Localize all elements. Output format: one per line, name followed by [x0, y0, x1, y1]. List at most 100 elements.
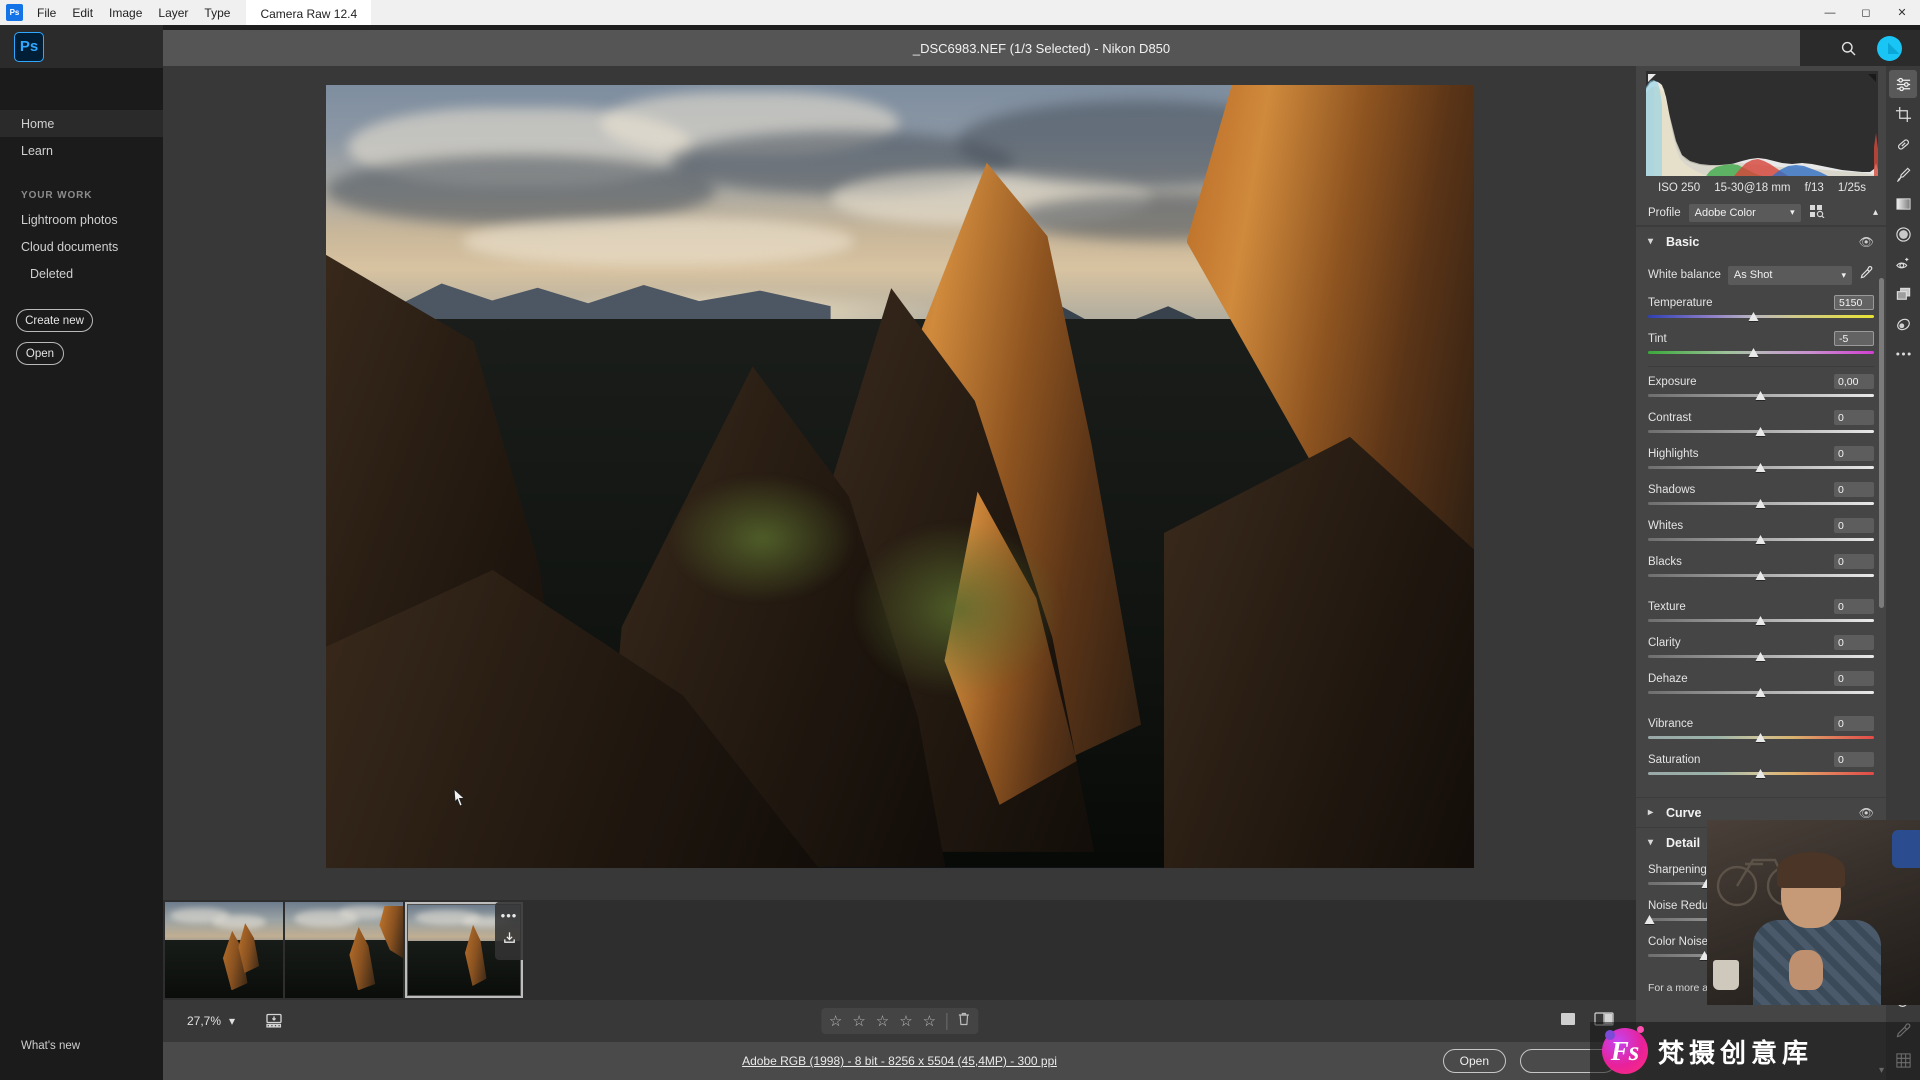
- healing-brush-icon[interactable]: [1889, 130, 1917, 158]
- slider-track[interactable]: [1648, 688, 1874, 699]
- presets-icon[interactable]: [1889, 280, 1917, 308]
- sidebar-item-cloud-documents[interactable]: Cloud documents: [0, 233, 163, 260]
- image-canvas-area[interactable]: [163, 66, 1636, 900]
- raw-image-preview[interactable]: [325, 84, 1474, 868]
- white-balance-select[interactable]: As Shot ▾: [1727, 265, 1852, 285]
- slider-value[interactable]: 0: [1834, 599, 1874, 614]
- slider-value[interactable]: 0: [1834, 518, 1874, 533]
- slider-contrast[interactable]: Contrast 0: [1648, 409, 1874, 438]
- slider-knob[interactable]: [1755, 499, 1766, 508]
- camera-raw-window-tab[interactable]: Camera Raw 12.4: [246, 0, 372, 25]
- trash-icon[interactable]: [957, 1012, 970, 1031]
- slider-value[interactable]: 0: [1834, 635, 1874, 650]
- rating-star-3[interactable]: ☆: [876, 1014, 889, 1029]
- menu-item-file[interactable]: File: [29, 3, 64, 23]
- slider-vibrance[interactable]: Vibrance 0: [1648, 715, 1874, 744]
- slider-value[interactable]: 0: [1834, 482, 1874, 497]
- radial-filter-icon[interactable]: [1889, 220, 1917, 248]
- highlight-clipping-indicator[interactable]: [1868, 74, 1876, 82]
- sidebar-item-deleted[interactable]: Deleted: [0, 260, 163, 287]
- slider-texture[interactable]: Texture 0: [1648, 598, 1874, 627]
- slider-value[interactable]: 0: [1834, 671, 1874, 686]
- slider-knob[interactable]: [1755, 535, 1766, 544]
- red-eye-icon[interactable]: [1889, 250, 1917, 278]
- slider-track[interactable]: [1648, 769, 1874, 780]
- sidebar-item-lightroom-photos[interactable]: Lightroom photos: [0, 206, 163, 233]
- shadow-clipping-indicator[interactable]: [1648, 74, 1656, 82]
- slider-knob[interactable]: [1755, 769, 1766, 778]
- close-button[interactable]: ✕: [1884, 0, 1920, 25]
- slider-knob[interactable]: [1755, 427, 1766, 436]
- slider-knob[interactable]: [1755, 391, 1766, 400]
- filmstrip-thumbnail-2[interactable]: [285, 902, 403, 998]
- filmstrip-thumbnail-1[interactable]: [165, 902, 283, 998]
- slider-tint[interactable]: Tint -5: [1648, 330, 1874, 359]
- slider-knob[interactable]: [1748, 312, 1759, 321]
- slider-value[interactable]: 5150: [1834, 295, 1874, 310]
- slider-track[interactable]: [1648, 733, 1874, 744]
- filmstrip-thumbnail-3[interactable]: •••: [405, 902, 523, 998]
- slider-value[interactable]: 0,00: [1834, 374, 1874, 389]
- slider-knob[interactable]: [1644, 915, 1655, 924]
- zoom-level-selector[interactable]: 27,7% ▾: [187, 1014, 235, 1028]
- slider-track[interactable]: [1648, 391, 1874, 402]
- more-options-icon[interactable]: •••: [501, 909, 518, 922]
- scrollbar-thumb[interactable]: [1879, 278, 1884, 608]
- menu-item-edit[interactable]: Edit: [64, 3, 101, 23]
- rating-star-2[interactable]: ☆: [852, 1014, 865, 1029]
- profile-browser-icon[interactable]: [1809, 204, 1825, 221]
- eye-toggle-icon[interactable]: 👁: [1859, 235, 1874, 249]
- slider-knob[interactable]: [1755, 652, 1766, 661]
- single-view-icon[interactable]: [1560, 1012, 1576, 1031]
- create-new-button[interactable]: Create new: [16, 309, 93, 332]
- slider-value[interactable]: 0: [1834, 554, 1874, 569]
- slider-track[interactable]: [1648, 652, 1874, 663]
- star-rating-control[interactable]: ☆ ☆ ☆ ☆ ☆: [820, 1008, 979, 1034]
- slider-value[interactable]: 0: [1834, 716, 1874, 731]
- slider-track[interactable]: [1648, 348, 1874, 359]
- slider-track[interactable]: [1648, 535, 1874, 546]
- filmstrip-toggle-icon[interactable]: [265, 1013, 285, 1029]
- slider-knob[interactable]: [1755, 733, 1766, 742]
- rating-star-4[interactable]: ☆: [899, 1014, 912, 1029]
- panel-header-basic[interactable]: ▾ Basic 👁: [1636, 226, 1886, 256]
- slider-knob[interactable]: [1755, 571, 1766, 580]
- slider-track[interactable]: [1648, 571, 1874, 582]
- whats-new-link[interactable]: What's new: [21, 1040, 80, 1052]
- slider-track[interactable]: [1648, 312, 1874, 323]
- slider-track[interactable]: [1648, 616, 1874, 627]
- filmstrip[interactable]: •••: [163, 900, 1636, 1000]
- slider-temperature[interactable]: Temperature 5150: [1648, 294, 1874, 323]
- slider-knob[interactable]: [1755, 463, 1766, 472]
- profile-select[interactable]: Adobe Color ▾: [1688, 203, 1801, 222]
- slider-shadows[interactable]: Shadows 0: [1648, 481, 1874, 510]
- avatar[interactable]: [1877, 35, 1902, 61]
- slider-value[interactable]: 0: [1834, 410, 1874, 425]
- menu-item-image[interactable]: Image: [101, 3, 150, 23]
- slider-dehaze[interactable]: Dehaze 0: [1648, 670, 1874, 699]
- open-image-button[interactable]: Open: [1442, 1049, 1506, 1073]
- slider-saturation[interactable]: Saturation 0: [1648, 751, 1874, 780]
- search-icon[interactable]: [1833, 33, 1863, 63]
- graduated-filter-icon[interactable]: [1889, 190, 1917, 218]
- more-options-icon[interactable]: [1889, 340, 1917, 368]
- collapse-panel-icon[interactable]: ▴: [1873, 207, 1878, 218]
- snapshots-icon[interactable]: [1889, 310, 1917, 338]
- slider-highlights[interactable]: Highlights 0: [1648, 445, 1874, 474]
- rating-star-1[interactable]: ☆: [829, 1014, 842, 1029]
- slider-whites[interactable]: Whites 0: [1648, 517, 1874, 546]
- slider-value[interactable]: 0: [1834, 446, 1874, 461]
- slider-knob[interactable]: [1755, 616, 1766, 625]
- slider-track[interactable]: [1648, 427, 1874, 438]
- eyedropper-icon[interactable]: [1859, 265, 1874, 285]
- slider-knob[interactable]: [1755, 688, 1766, 697]
- menu-item-layer[interactable]: Layer: [150, 3, 196, 23]
- slider-track[interactable]: [1648, 463, 1874, 474]
- rating-star-5[interactable]: ☆: [923, 1014, 936, 1029]
- histogram[interactable]: [1646, 71, 1878, 176]
- minimize-button[interactable]: —: [1812, 0, 1848, 25]
- save-icon[interactable]: [502, 930, 517, 950]
- slider-blacks[interactable]: Blacks 0: [1648, 553, 1874, 582]
- menu-item-type[interactable]: Type: [196, 3, 238, 23]
- edit-sliders-icon[interactable]: [1889, 70, 1917, 98]
